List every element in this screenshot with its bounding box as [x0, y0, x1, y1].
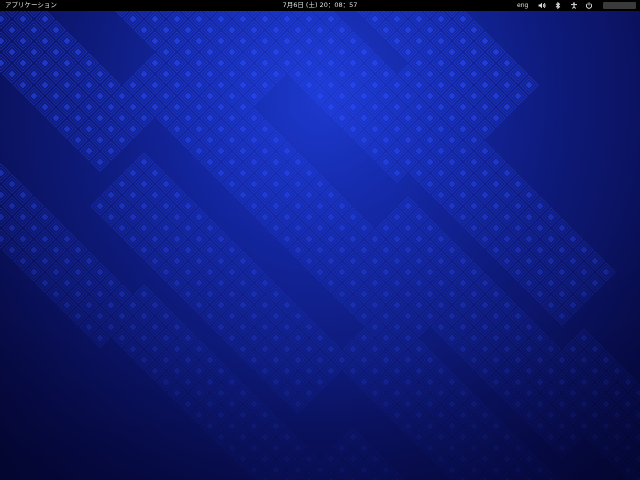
clock[interactable]: 7月6日 (土) 20：08：57: [283, 1, 358, 9]
volume-icon[interactable]: [538, 2, 546, 9]
bluetooth-icon[interactable]: [554, 2, 562, 9]
keyboard-layout-indicator[interactable]: eng: [517, 0, 528, 11]
wallpaper-pattern: [0, 0, 640, 480]
keyboard-layout-label: eng: [517, 2, 529, 9]
user-menu[interactable]: [603, 2, 636, 9]
power-icon[interactable]: [585, 2, 593, 9]
applications-menu[interactable]: アプリケーション: [5, 0, 57, 11]
wallpaper-vignette: [0, 0, 640, 480]
top-bar: アプリケーション 7月6日 (土) 20：08：57 eng: [0, 0, 640, 11]
accessibility-icon[interactable]: [570, 2, 578, 9]
applications-menu-label: アプリケーション: [5, 1, 57, 9]
desktop[interactable]: [0, 0, 640, 480]
